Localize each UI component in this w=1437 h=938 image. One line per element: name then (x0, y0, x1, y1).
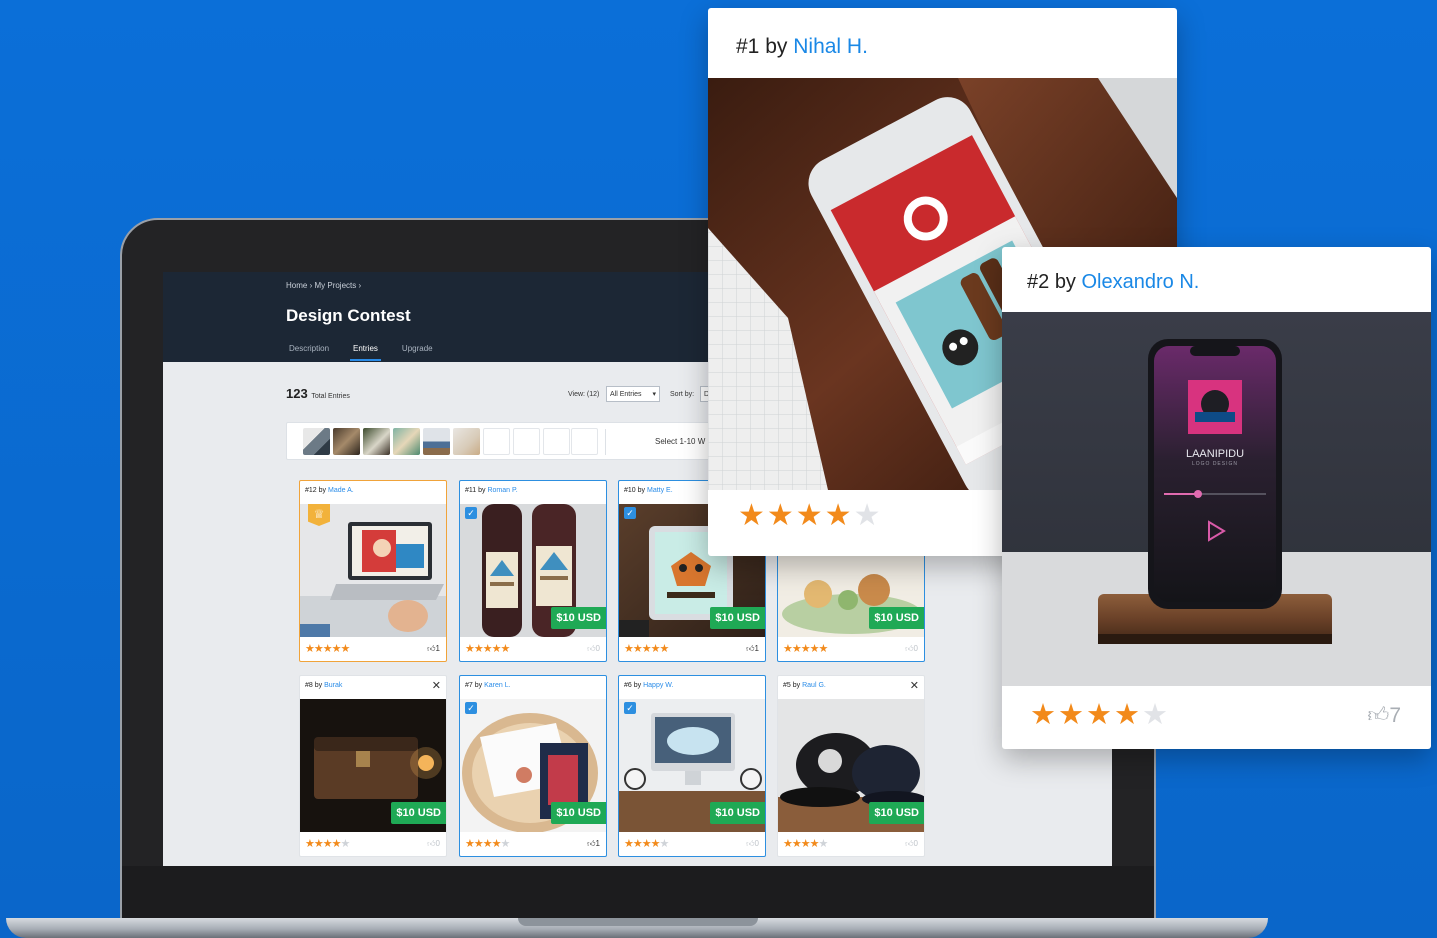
total-entries: 123 Total Entries (286, 386, 350, 401)
entry-rating[interactable]: ★★★★★ (305, 837, 350, 850)
entry-card[interactable]: #5 by Raul G. ✕ $10 USD ★★★★★ 👍︎0 (777, 675, 925, 857)
view-label: View: (12) (568, 391, 600, 398)
entry-author[interactable]: Raul G. (802, 682, 826, 689)
featured-entry-rating[interactable]: ★★★★★ (738, 498, 882, 533)
entry-rating[interactable]: ★★★★★ (465, 837, 510, 850)
view-select[interactable]: All Entries (606, 386, 660, 402)
entry-author[interactable]: Matty E. (647, 487, 673, 494)
entry-title: #8 by Burak (305, 682, 343, 689)
entry-rating[interactable]: ★★★★★ (305, 642, 350, 655)
tab-entries[interactable]: Entries (350, 344, 381, 361)
page-title: Design Contest (286, 306, 411, 325)
entry-likes[interactable]: 👍︎1 (746, 644, 759, 654)
entry-title: #7 by Karen L. (465, 682, 511, 689)
entry-image[interactable]: $10 USD (300, 699, 446, 832)
featured-entry-likes[interactable]: 👍︎7 (1367, 702, 1401, 728)
featured-entry-author[interactable]: Nihal H. (793, 35, 868, 58)
entry-card[interactable]: #12 by Made A. ♕ ★★★★★ 👍︎1 (299, 480, 447, 662)
entry-author[interactable]: Made A. (328, 487, 354, 494)
entry-price-badge: $10 USD (710, 802, 765, 824)
total-entries-label: Total Entries (311, 393, 350, 400)
entry-price-badge: $10 USD (391, 802, 446, 824)
entry-card[interactable]: #8 by Burak ✕ $10 USD ★★★★★ 👍︎0 (299, 675, 447, 857)
entry-likes[interactable]: 👍︎0 (587, 644, 600, 654)
entry-thumbnail[interactable] (423, 428, 450, 455)
laptop-notch (518, 918, 758, 926)
thumbs-up-icon: 👍︎ (1367, 704, 1390, 727)
entry-image[interactable]: $10 USD (778, 699, 924, 832)
entry-likes[interactable]: 👍︎0 (746, 839, 759, 849)
entry-thumbnail[interactable] (303, 428, 330, 455)
breadcrumb-separator: › (358, 281, 362, 290)
entry-rating[interactable]: ★★★★★ (783, 837, 828, 850)
entry-author[interactable]: Karen L. (484, 682, 510, 689)
select-range-label[interactable]: Select 1-10 W (655, 437, 705, 446)
empty-thumbnail-slot[interactable] (513, 428, 540, 455)
entry-card[interactable]: #6 by Happy W. ✓ $10 USD ★★★★★ 👍︎0 (618, 675, 766, 857)
featured-entry-title: #1 by Nihal H. (736, 35, 868, 58)
entry-author[interactable]: Burak (324, 682, 342, 689)
view-select-value: All Entries (610, 391, 642, 398)
entry-title: #6 by Happy W. (624, 682, 674, 689)
breadcrumb-my-projects[interactable]: My Projects (314, 281, 356, 290)
sort-label: Sort by: (670, 391, 695, 398)
breadcrumb: Home › My Projects › (286, 281, 361, 290)
entry-title: #11 by Roman P. (465, 487, 518, 494)
phone-subtitle-text: LOGO DESIGN (1191, 461, 1238, 467)
entry-image[interactable]: ✓ $10 USD (619, 699, 765, 832)
entry-thumbnail[interactable] (453, 428, 480, 455)
entry-selected-checkbox[interactable]: ✓ (624, 702, 636, 714)
entry-rating[interactable]: ★★★★★ (624, 642, 669, 655)
total-entries-count: 123 (286, 386, 308, 401)
entry-likes[interactable]: 👍︎1 (427, 644, 440, 654)
close-icon[interactable]: ✕ (432, 679, 441, 692)
entry-likes[interactable]: 👍︎0 (905, 644, 918, 654)
entry-thumbnail[interactable] (363, 428, 390, 455)
featured-entry-title: #2 by Olexandro N. (1027, 271, 1200, 293)
featured-entry-author[interactable]: Olexandro N. (1082, 271, 1200, 293)
empty-thumbnail-slot[interactable] (483, 428, 510, 455)
tab-bar: Description Entries Upgrade (286, 344, 436, 361)
featured-entry-image[interactable]: LAANIPIDU LOGO DESIGN (1002, 312, 1431, 686)
entry-author[interactable]: Roman P. (487, 487, 517, 494)
entry-price-badge: $10 USD (551, 607, 606, 629)
entry-image[interactable]: ✓ $10 USD (460, 504, 606, 637)
tab-description[interactable]: Description (286, 344, 332, 361)
tab-upgrade[interactable]: Upgrade (399, 344, 436, 361)
entry-rating[interactable]: ★★★★★ (624, 837, 669, 850)
featured-entry-card-2[interactable]: #2 by Olexandro N. LAANIPIDU LOGO DESIGN… (1002, 247, 1431, 749)
laptop-bezel (122, 866, 1154, 918)
entry-price-badge: $10 USD (869, 802, 924, 824)
entry-price-badge: $10 USD (551, 802, 606, 824)
featured-entry-rating[interactable]: ★★★★★ (1030, 697, 1170, 732)
entry-likes[interactable]: 👍︎1 (587, 839, 600, 849)
entry-thumbnail[interactable] (333, 428, 360, 455)
entry-author[interactable]: Happy W. (643, 682, 673, 689)
entry-card[interactable]: #7 by Karen L. ✓ $10 USD ★★★★★ 👍︎1 (459, 675, 607, 857)
empty-thumbnail-slot[interactable] (543, 428, 570, 455)
entry-likes[interactable]: 👍︎0 (427, 839, 440, 849)
entry-title: #10 by Matty E. (624, 487, 673, 494)
winner-trophy-icon: ♕ (308, 504, 330, 526)
entry-card[interactable]: #11 by Roman P. ✓ $10 USD ★★★★★ 👍︎0 (459, 480, 607, 662)
empty-thumbnail-slot[interactable] (571, 428, 598, 455)
entry-title: #12 by Made A. (305, 487, 354, 494)
entry-rating[interactable]: ★★★★★ (465, 642, 510, 655)
entry-selected-checkbox[interactable]: ✓ (465, 702, 477, 714)
entry-selected-checkbox[interactable]: ✓ (624, 507, 636, 519)
close-icon[interactable]: ✕ (910, 679, 919, 692)
entry-image[interactable]: ✓ $10 USD (460, 699, 606, 832)
entry-title: #5 by Raul G. (783, 682, 826, 689)
breadcrumb-home[interactable]: Home (286, 281, 307, 290)
entry-thumbnail[interactable] (393, 428, 420, 455)
entry-price-badge: $10 USD (710, 607, 765, 629)
strip-divider (605, 429, 606, 455)
entry-price-badge: $10 USD (869, 607, 924, 629)
entry-selected-checkbox[interactable]: ✓ (465, 507, 477, 519)
phone-brand-text: LAANIPIDU (1185, 448, 1245, 460)
entry-image[interactable]: ♕ (300, 504, 446, 637)
entry-rating[interactable]: ★★★★★ (783, 642, 828, 655)
entry-likes[interactable]: 👍︎0 (905, 839, 918, 849)
